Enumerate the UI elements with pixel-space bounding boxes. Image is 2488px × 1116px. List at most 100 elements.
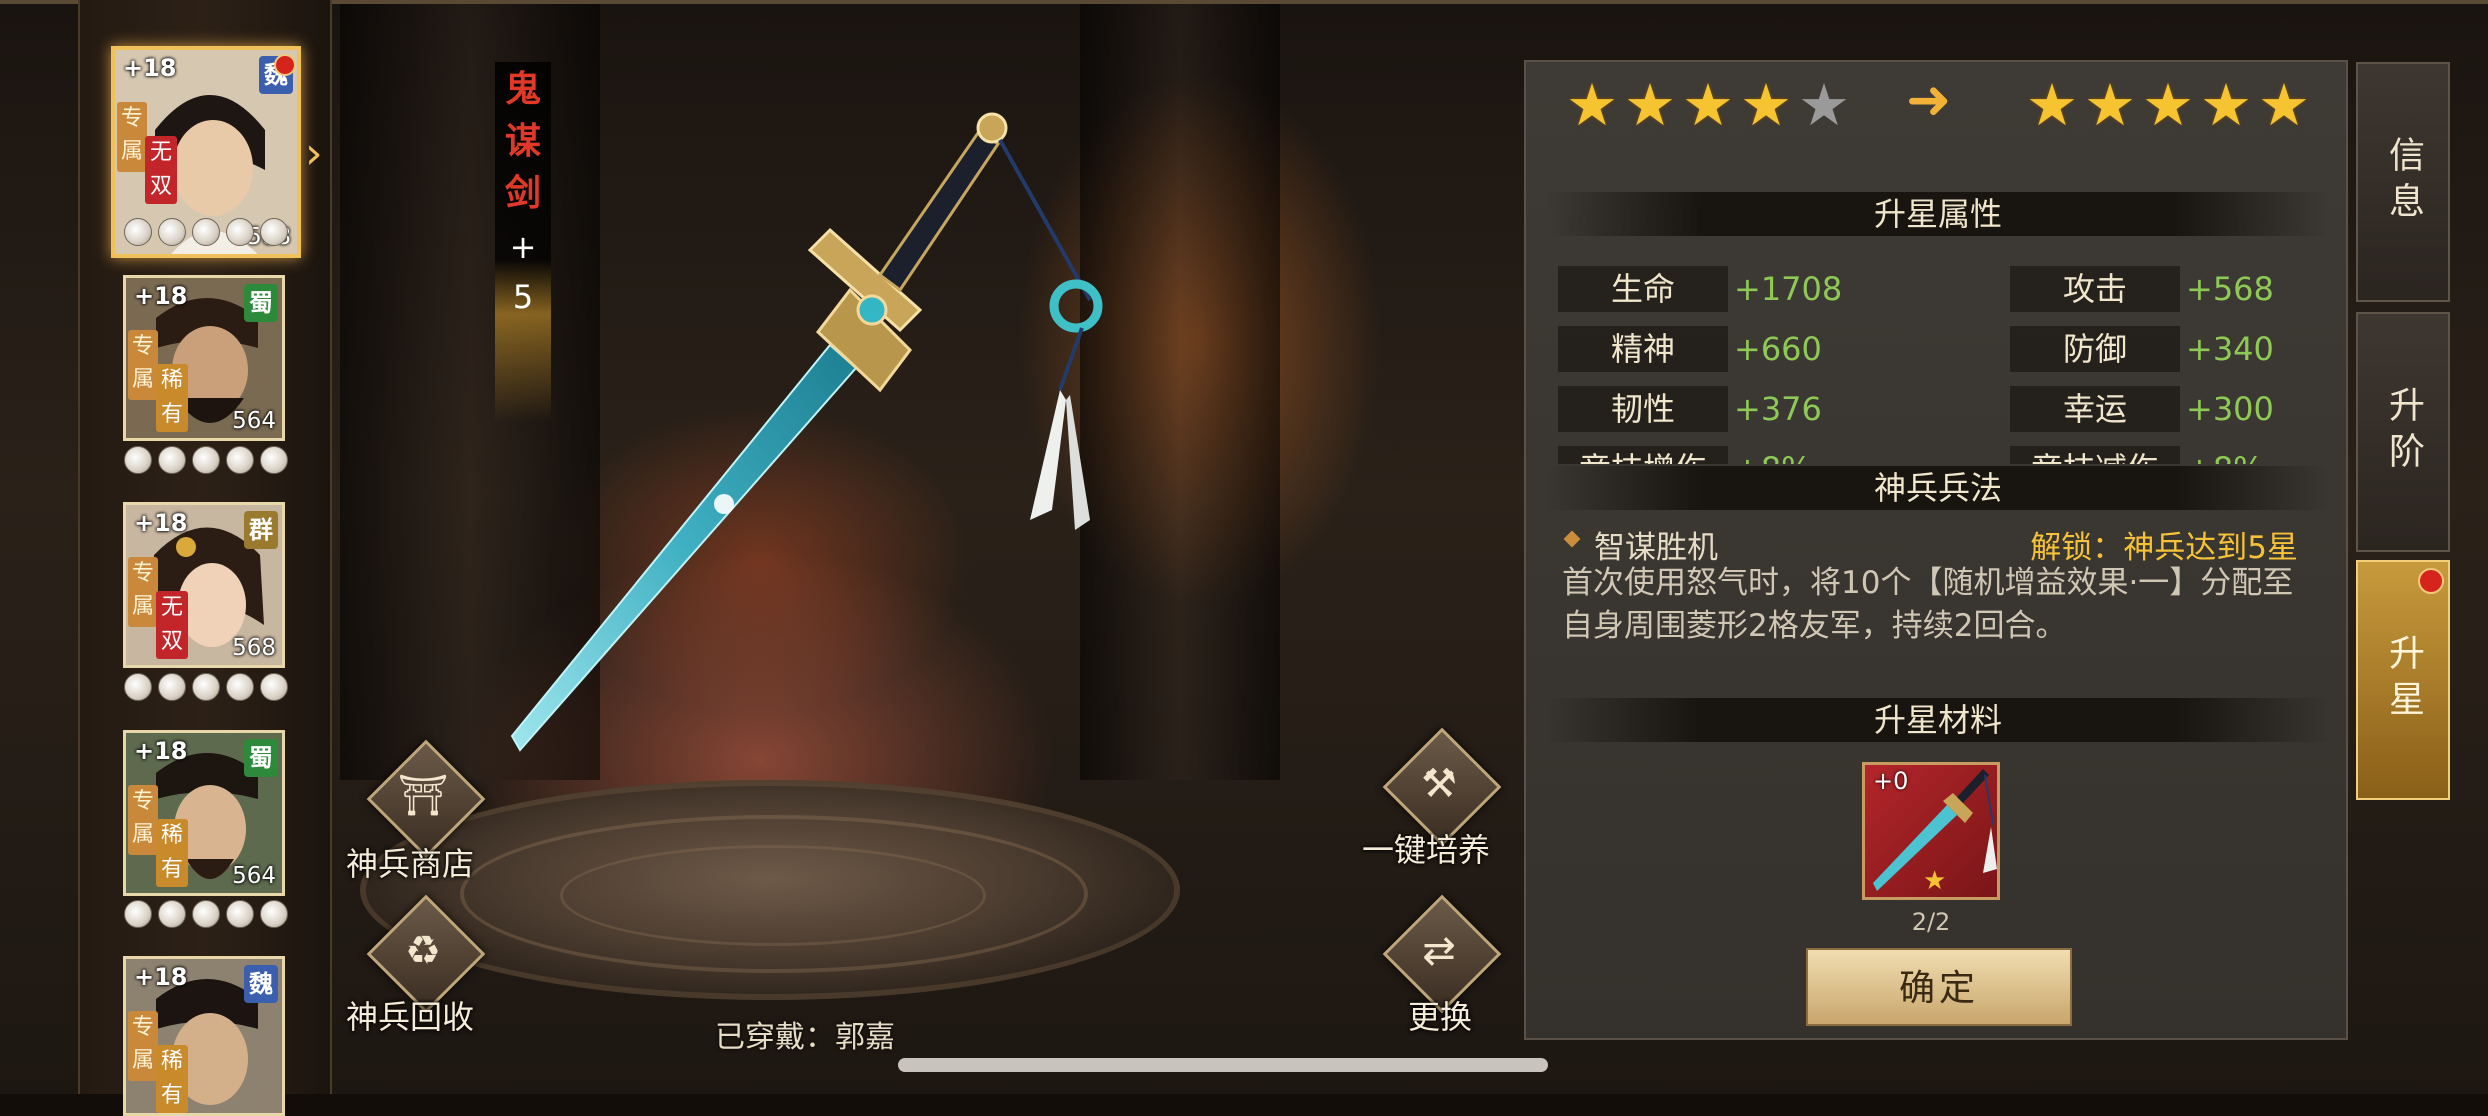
- hero-star-coin: [260, 673, 288, 701]
- hero-star-coin: [192, 900, 220, 928]
- hero-card[interactable]: +18 魏 专属 稀有: [123, 956, 285, 1116]
- tab-info[interactable]: 信息: [2356, 62, 2450, 302]
- rarity-tag: 无双: [156, 591, 188, 659]
- hero-level: +18: [134, 737, 188, 765]
- hero-star-coin: [260, 900, 288, 928]
- faction-badge: 群: [244, 511, 278, 549]
- star-filled-icon: ★: [1682, 71, 1734, 139]
- star-upgrade-panel: ★ ★ ★ ★ ★ ➜ ★ ★ ★ ★ ★ 升星属性 生命 +1708 攻击 +568 精神 +…: [1524, 60, 2348, 1040]
- rarity-tag: 稀有: [156, 364, 188, 432]
- worn-by-label: 已穿戴：郭嘉: [715, 1020, 895, 1055]
- exclusive-tag: 专属: [117, 102, 147, 172]
- tab-star-up[interactable]: 升星: [2356, 560, 2450, 800]
- skill-name: 智谋胜机: [1594, 530, 1718, 566]
- platform-ring: [560, 845, 986, 946]
- attr-value: +568: [2186, 270, 2274, 308]
- hero-card[interactable]: +18 群 专属 无双 568: [123, 502, 285, 668]
- attr-value: +1708: [1734, 270, 1843, 308]
- attr-name: 韧性: [1558, 386, 1728, 432]
- shop-icon: ⛩: [397, 773, 449, 819]
- hero-star-coin: [124, 218, 152, 246]
- attr-name: 精神: [1558, 326, 1728, 372]
- top-edge: [0, 0, 2488, 4]
- attr-name: 竞技增伤: [1558, 446, 1728, 464]
- attribute-list: 生命 +1708 攻击 +568 精神 +660 防御 +340 韧性 +376…: [1526, 252, 2350, 464]
- attr-name: 生命: [1558, 266, 1728, 312]
- material-count: 2/2: [1911, 908, 1951, 936]
- notification-dot: [2418, 568, 2444, 594]
- confirm-button[interactable]: 确定: [1806, 948, 2072, 1026]
- hero-notification-dot: [274, 54, 296, 76]
- upgrade-arrow-icon: ➜: [1906, 68, 1952, 131]
- exclusive-tag: 专属: [128, 785, 158, 855]
- rarity-tag: 无双: [145, 136, 177, 204]
- faction-badge: 魏: [244, 965, 278, 1003]
- home-indicator[interactable]: [898, 1058, 1548, 1072]
- hero-star-coin: [158, 673, 186, 701]
- star-filled-icon: ★: [2200, 71, 2252, 139]
- materials-header: 升星材料: [1546, 698, 2330, 742]
- hero-star-row: [124, 218, 288, 246]
- hero-star-coin: [158, 218, 186, 246]
- sword-illustration: [510, 112, 1103, 752]
- attr-name: 竞技减伤: [2010, 446, 2180, 464]
- hero-star-coin: [124, 446, 152, 474]
- material-item[interactable]: ★ +0: [1862, 762, 2000, 900]
- hero-star-coin: [124, 900, 152, 928]
- attr-name: 攻击: [2010, 266, 2180, 312]
- hero-star-coin: [226, 218, 254, 246]
- exclusive-tag: 专属: [128, 330, 158, 400]
- attr-value: +8%: [1734, 446, 1812, 464]
- selected-chevron-icon: ›: [305, 128, 323, 179]
- star-filled-icon: ★: [1624, 71, 1676, 139]
- anvil-icon: ⚒: [1421, 761, 1457, 807]
- hero-star-coin: [192, 218, 220, 246]
- hero-level: +18: [134, 509, 188, 537]
- hero-card[interactable]: +18 蜀 专属 稀有 564: [123, 730, 285, 896]
- star-filled-icon: ★: [2258, 71, 2310, 139]
- hero-level: +18: [134, 282, 188, 310]
- hero-star-coin: [226, 446, 254, 474]
- hero-power: 564: [232, 863, 276, 889]
- tab-star-up-label: 升星: [2383, 634, 2424, 726]
- rarity-tag: 稀有: [156, 1045, 188, 1113]
- hero-star-coin: [226, 900, 254, 928]
- star-empty-icon: ★: [1798, 71, 1850, 139]
- hero-star-coin: [158, 446, 186, 474]
- swap-icon: ⇄: [1422, 928, 1456, 974]
- replace-label: 更换: [1408, 998, 1473, 1036]
- faction-badge: 蜀: [244, 284, 278, 322]
- attr-value: +8%: [2186, 446, 2264, 464]
- hero-level: +18: [134, 963, 188, 991]
- hero-star-row: [124, 900, 288, 928]
- hero-star-row: [124, 446, 288, 474]
- hero-power: 568: [232, 635, 276, 661]
- star-filled-icon: ★: [2026, 71, 2078, 139]
- faction-badge: 蜀: [244, 739, 278, 777]
- hero-star-coin: [124, 673, 152, 701]
- hero-star-coin: [192, 673, 220, 701]
- attributes-header: 升星属性: [1546, 192, 2330, 236]
- attr-value: +300: [2186, 390, 2274, 428]
- recycle-icon: ♻: [405, 928, 441, 974]
- hero-star-coin: [226, 673, 254, 701]
- hero-power: 564: [232, 408, 276, 434]
- skill-header: 神兵兵法: [1546, 466, 2330, 510]
- attr-value: +376: [1734, 390, 1822, 428]
- hero-level: +18: [123, 54, 177, 82]
- weapon-recycle-label: 神兵回收: [346, 998, 475, 1036]
- exclusive-tag: 专属: [128, 1011, 158, 1081]
- skill-bullet-icon: [1563, 530, 1581, 548]
- material-enhance-level: +0: [1873, 767, 1909, 795]
- attr-name: 幸运: [2010, 386, 2180, 432]
- hero-star-row: [124, 673, 288, 701]
- attr-value: +660: [1734, 330, 1822, 368]
- tab-rank-up[interactable]: 升阶: [2356, 312, 2450, 552]
- attr-value: +340: [2186, 330, 2274, 368]
- tab-info-label: 信息: [2383, 136, 2424, 228]
- weapon-shop-label: 神兵商店: [346, 845, 475, 883]
- star-filled-icon: ★: [1566, 71, 1618, 139]
- hero-card[interactable]: +18 蜀 专属 稀有 564: [123, 275, 285, 441]
- hero-star-coin: [158, 900, 186, 928]
- skill-description: 首次使用怒气时，将10个【随机增益效果·一】分配至自身周围菱形2格友军，持续2回…: [1562, 565, 2294, 644]
